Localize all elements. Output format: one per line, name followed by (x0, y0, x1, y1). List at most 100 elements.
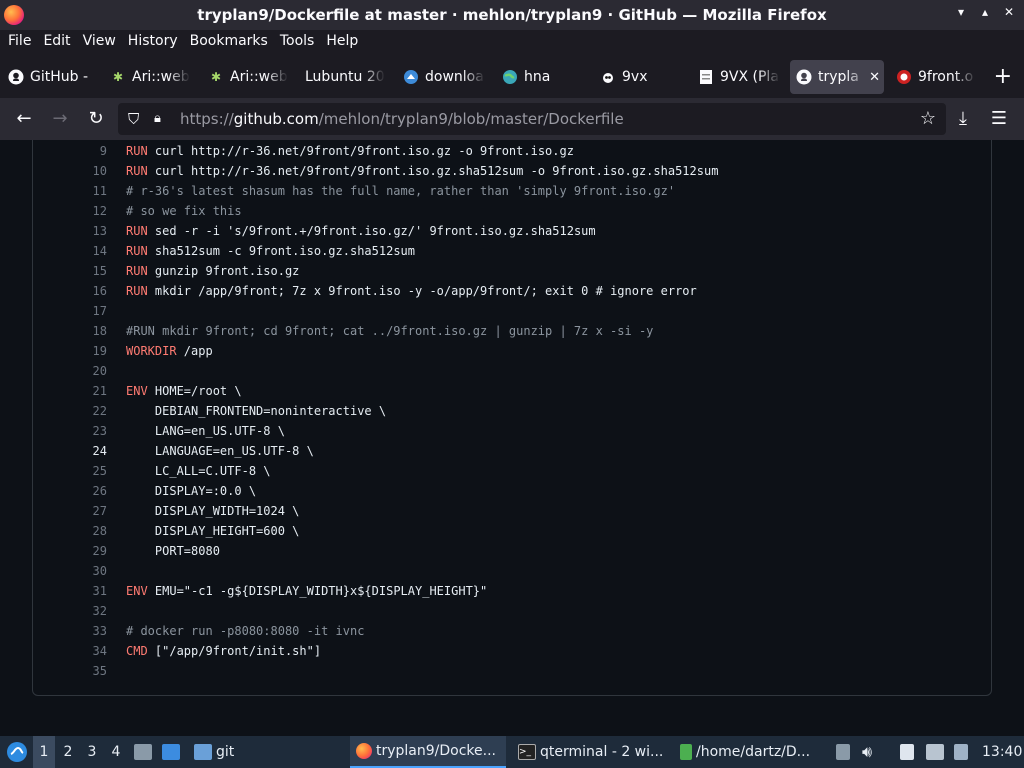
menu-view[interactable]: View (75, 30, 116, 54)
code-text: mkdir /app/9front; 7z x 9front.iso -y -o… (147, 284, 697, 298)
downloads-icon[interactable]: ⤓ (952, 108, 974, 129)
line-number[interactable]: 24 (65, 441, 107, 461)
line-number[interactable]: 26 (65, 481, 107, 501)
show-desktop-icon[interactable] (134, 736, 156, 768)
tab-tryplan9-active[interactable]: trypla ✕ (790, 60, 884, 94)
menu-help[interactable]: Help (318, 30, 358, 54)
close-window-button[interactable]: ✕ (1002, 5, 1016, 19)
code-text: LANG=en_US.UTF-8 \ (126, 424, 285, 438)
line-content: RUN sha512sum -c 9front.iso.gz.sha512sum (126, 241, 415, 261)
line-number[interactable]: 11 (65, 181, 107, 201)
reload-icon[interactable]: ↻ (85, 108, 107, 129)
folder-icon (194, 744, 212, 760)
new-tab-icon[interactable]: + (994, 64, 1012, 89)
maximize-button[interactable]: ▴ (978, 5, 992, 19)
line-number[interactable]: 19 (65, 341, 107, 361)
line-number[interactable]: 16 (65, 281, 107, 301)
tab-9vx[interactable]: 9vx (600, 60, 680, 94)
menu-history[interactable]: History (120, 30, 178, 54)
line-number[interactable]: 18 (65, 321, 107, 341)
tab-9front[interactable]: 9front.o (896, 60, 976, 94)
url-text[interactable]: https://github.com/mehlon/tryplan9/blob/… (180, 110, 624, 128)
task-firefox[interactable]: tryplan9/Docke... (350, 736, 506, 768)
lock-icon[interactable]: 🔒︎ (154, 111, 161, 126)
menu-tools[interactable]: Tools (272, 30, 315, 54)
hamburger-menu-icon[interactable]: ☰ (988, 108, 1010, 129)
line-number[interactable]: 35 (65, 661, 107, 681)
clock[interactable]: 13:40 (982, 736, 1022, 768)
start-menu-icon[interactable] (4, 736, 30, 768)
tab-download[interactable]: downloa (403, 60, 485, 94)
line-number[interactable]: 33 (65, 621, 107, 641)
line-content: WORKDIR /app (126, 341, 213, 361)
github-icon (8, 69, 24, 85)
line-number[interactable]: 30 (65, 561, 107, 581)
line-number[interactable]: 32 (65, 601, 107, 621)
code-text: gunzip 9front.iso.gz (147, 264, 300, 278)
line-number[interactable]: 14 (65, 241, 107, 261)
forward-arrow-icon[interactable]: → (49, 108, 71, 129)
tab-hna[interactable]: hna (502, 60, 582, 94)
tab-ari-web-1[interactable]: ✱ Ari::web (110, 60, 190, 94)
tab-ari-web-2[interactable]: ✱ Ari::web (208, 60, 288, 94)
menu-file[interactable]: File (0, 30, 31, 54)
line-content: ENV EMU="-c1 -g${DISPLAY_WIDTH}x${DISPLA… (126, 581, 487, 601)
line-number[interactable]: 23 (65, 421, 107, 441)
line-number[interactable]: 13 (65, 221, 107, 241)
line-content: RUN gunzip 9front.iso.gz (126, 261, 299, 281)
workspace-3[interactable]: 3 (81, 736, 103, 768)
file-manager-icon (680, 744, 692, 760)
window-switch-icon[interactable] (162, 736, 184, 768)
line-number[interactable]: 31 (65, 581, 107, 601)
volume-icon[interactable]: 🔊︎ (862, 736, 872, 768)
line-number[interactable]: 22 (65, 401, 107, 421)
line-number[interactable]: 20 (65, 361, 107, 381)
line-number[interactable]: 9 (65, 141, 107, 161)
line-number[interactable]: 27 (65, 501, 107, 521)
workspace-1[interactable]: 1 (33, 736, 55, 768)
back-arrow-icon[interactable]: ← (13, 108, 35, 129)
tab-close-icon[interactable]: ✕ (869, 70, 880, 85)
tracking-shield-icon[interactable]: ⛉ (128, 110, 139, 128)
window-title: tryplan9/Dockerfile at master · mehlon/t… (197, 6, 827, 24)
workspace-2[interactable]: 2 (57, 736, 79, 768)
tab-9vx-pla[interactable]: 9VX (Pla (698, 60, 780, 94)
line-number[interactable]: 17 (65, 301, 107, 321)
code-comment: # r-36's latest shasum has the full name… (126, 184, 676, 198)
display-icon[interactable] (926, 736, 948, 768)
line-content: RUN mkdir /app/9front; 7z x 9front.iso -… (126, 281, 697, 301)
url-bar[interactable]: ⛉ 🔒︎ https://github.com/mehlon/tryplan9/… (118, 103, 946, 135)
notes-icon[interactable] (900, 736, 918, 768)
tab-lubuntu[interactable]: Lubuntu 20 (305, 60, 385, 94)
code-text: HOME=/root \ (147, 384, 242, 398)
line-number[interactable]: 15 (65, 261, 107, 281)
quicklaunch-git[interactable]: git (194, 736, 234, 768)
lxqt-panel: 1 2 3 4 git tryplan9/Docke... >_ qtermin… (0, 736, 1024, 768)
menu-edit[interactable]: Edit (35, 30, 70, 54)
line-number[interactable]: 10 (65, 161, 107, 181)
line-content: CMD ["/app/9front/init.sh"] (126, 641, 321, 661)
menu-bookmarks[interactable]: Bookmarks (182, 30, 268, 54)
tab-github[interactable]: GitHub - (8, 60, 98, 94)
ari-icon: ✱ (210, 70, 222, 84)
clipboard-icon[interactable] (836, 736, 854, 768)
line-number[interactable]: 34 (65, 641, 107, 661)
line-number[interactable]: 28 (65, 521, 107, 541)
line-number[interactable]: 21 (65, 381, 107, 401)
workspace-4[interactable]: 4 (105, 736, 127, 768)
code-text: DISPLAY_WIDTH=1024 \ (126, 504, 300, 518)
line-number[interactable]: 12 (65, 201, 107, 221)
network-icon[interactable] (954, 736, 972, 768)
line-number[interactable]: 29 (65, 541, 107, 561)
github-icon (796, 69, 812, 85)
code-keyword: RUN (126, 264, 148, 278)
page-content: 8WORKDIR /tmp9RUN curl http://r-36.net/9… (0, 140, 1024, 736)
code-text: sed -r -i 's/9front.+/9front.iso.gz/' 9f… (147, 224, 596, 238)
bookmark-star-icon[interactable]: ☆ (920, 108, 936, 129)
task-qterminal[interactable]: >_ qterminal - 2 wi... (512, 736, 672, 768)
code-keyword: ENV (126, 584, 148, 598)
line-number[interactable]: 25 (65, 461, 107, 481)
minimize-button[interactable]: ▾ (954, 5, 968, 19)
line-content: LANG=en_US.UTF-8 \ (126, 421, 285, 441)
task-file-manager[interactable]: /home/dartz/D... (674, 736, 824, 768)
